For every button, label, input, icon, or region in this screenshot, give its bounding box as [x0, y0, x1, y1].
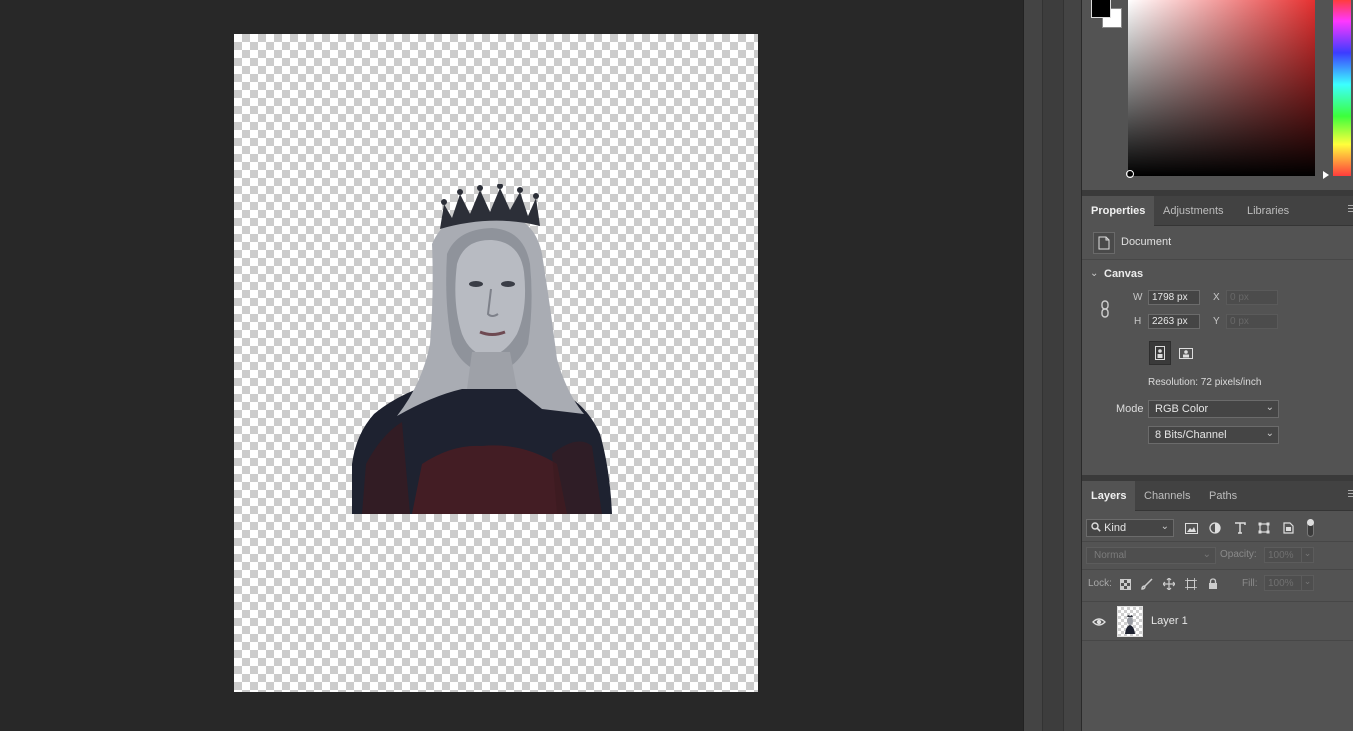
- color-panel: [1082, 0, 1353, 190]
- layer-filter-toggle[interactable]: [1307, 519, 1314, 537]
- subject-image: [352, 184, 612, 514]
- lock-transparent-pixels-icon[interactable]: [1118, 577, 1132, 591]
- layer-thumbnail-image: [1125, 615, 1135, 634]
- divider: [1082, 541, 1353, 542]
- chevron-down-icon: ⌄: [1265, 428, 1274, 439]
- blend-mode-value: Normal: [1094, 550, 1127, 561]
- layers-tabbar: Layers Channels Paths: [1082, 481, 1353, 511]
- divider: [1082, 259, 1353, 260]
- chevron-down-icon: ⌄: [1301, 576, 1313, 590]
- height-field[interactable]: 2263 px: [1148, 314, 1200, 329]
- chevron-down-icon: ⌄: [1160, 521, 1169, 532]
- opacity-value: 100%: [1268, 550, 1294, 561]
- landscape-orientation-button[interactable]: [1175, 341, 1197, 365]
- adjustment-layer-filter-icon[interactable]: [1207, 520, 1223, 536]
- properties-tabbar: Properties Adjustments Libraries: [1082, 196, 1353, 226]
- filter-kind-value: Kind: [1104, 522, 1127, 534]
- search-icon: [1091, 522, 1101, 532]
- chevron-down-icon: ⌄: [1301, 548, 1313, 562]
- color-picker-marker[interactable]: [1126, 170, 1134, 178]
- lock-artboard-icon[interactable]: [1184, 577, 1198, 591]
- x-label: X: [1213, 292, 1220, 303]
- width-field[interactable]: 1798 px: [1148, 290, 1200, 305]
- workspace[interactable]: [0, 0, 1023, 731]
- bit-depth-value: 8 Bits/Channel: [1155, 429, 1227, 441]
- tab-paths[interactable]: Paths: [1200, 481, 1246, 511]
- layer-thumbnail[interactable]: [1117, 606, 1143, 637]
- mode-label: Mode: [1116, 403, 1144, 415]
- height-label: H: [1134, 316, 1142, 327]
- canvas-section-title[interactable]: Canvas: [1104, 268, 1143, 280]
- pixel-layer-filter-icon[interactable]: [1183, 520, 1199, 536]
- color-saturation-field[interactable]: [1128, 0, 1315, 176]
- opacity-label: Opacity:: [1220, 549, 1257, 560]
- divider: [1082, 569, 1353, 570]
- dock-column: [1042, 0, 1064, 731]
- lock-image-pixels-icon[interactable]: [1140, 577, 1154, 591]
- document-canvas[interactable]: [234, 34, 758, 692]
- right-panels: Properties Adjustments Libraries Documen…: [1081, 0, 1353, 731]
- layer-row[interactable]: Layer 1: [1082, 601, 1353, 641]
- tab-layers[interactable]: Layers: [1082, 481, 1136, 511]
- opacity-field[interactable]: 100% ⌄: [1264, 547, 1314, 563]
- lock-all-icon[interactable]: [1206, 577, 1220, 591]
- lock-label: Lock:: [1088, 578, 1112, 589]
- portrait-icon: [1155, 346, 1165, 360]
- chevron-down-icon[interactable]: ⌄: [1090, 268, 1098, 279]
- hue-slider[interactable]: [1333, 0, 1351, 176]
- fill-value: 100%: [1268, 578, 1294, 589]
- y-field[interactable]: 0 px: [1226, 314, 1278, 329]
- blend-mode-select[interactable]: Normal ⌄: [1086, 547, 1216, 564]
- panel-menu-icon[interactable]: [1348, 490, 1353, 502]
- color-mode-value: RGB Color: [1155, 403, 1209, 415]
- lock-position-icon[interactable]: [1162, 577, 1176, 591]
- panel-menu-icon[interactable]: [1348, 205, 1353, 217]
- color-mode-select[interactable]: RGB Color ⌄: [1148, 400, 1279, 418]
- type-layer-filter-icon[interactable]: [1232, 520, 1248, 536]
- document-icon: [1093, 232, 1115, 254]
- resolution-text: Resolution: 72 pixels/inch: [1148, 377, 1262, 388]
- chain-link-icon[interactable]: [1099, 300, 1111, 318]
- tab-libraries[interactable]: Libraries: [1238, 196, 1298, 226]
- layer-filter-kind-select[interactable]: Kind ⌄: [1086, 519, 1174, 537]
- chevron-down-icon: ⌄: [1265, 402, 1274, 413]
- x-field[interactable]: 0 px: [1226, 290, 1278, 305]
- tab-channels[interactable]: Channels: [1135, 481, 1199, 511]
- smart-object-filter-icon[interactable]: [1280, 520, 1296, 536]
- landscape-icon: [1179, 347, 1193, 359]
- fill-field[interactable]: 100% ⌄: [1264, 575, 1314, 591]
- document-label: Document: [1121, 236, 1172, 248]
- bit-depth-select[interactable]: 8 Bits/Channel ⌄: [1148, 426, 1279, 444]
- chevron-down-icon: ⌄: [1202, 549, 1211, 560]
- layer-name[interactable]: Layer 1: [1151, 615, 1188, 627]
- y-label: Y: [1213, 316, 1220, 327]
- panel-dock-strip: [1023, 0, 1081, 731]
- width-label: W: [1133, 292, 1143, 303]
- eye-icon[interactable]: [1092, 615, 1106, 629]
- foreground-color-swatch[interactable]: [1091, 0, 1111, 18]
- hue-slider-handle[interactable]: [1323, 171, 1329, 179]
- portrait-orientation-button[interactable]: [1149, 341, 1171, 365]
- fill-label: Fill:: [1242, 578, 1258, 589]
- tab-properties[interactable]: Properties: [1082, 196, 1155, 226]
- shape-layer-filter-icon[interactable]: [1256, 520, 1272, 536]
- tab-adjustments[interactable]: Adjustments: [1154, 196, 1233, 226]
